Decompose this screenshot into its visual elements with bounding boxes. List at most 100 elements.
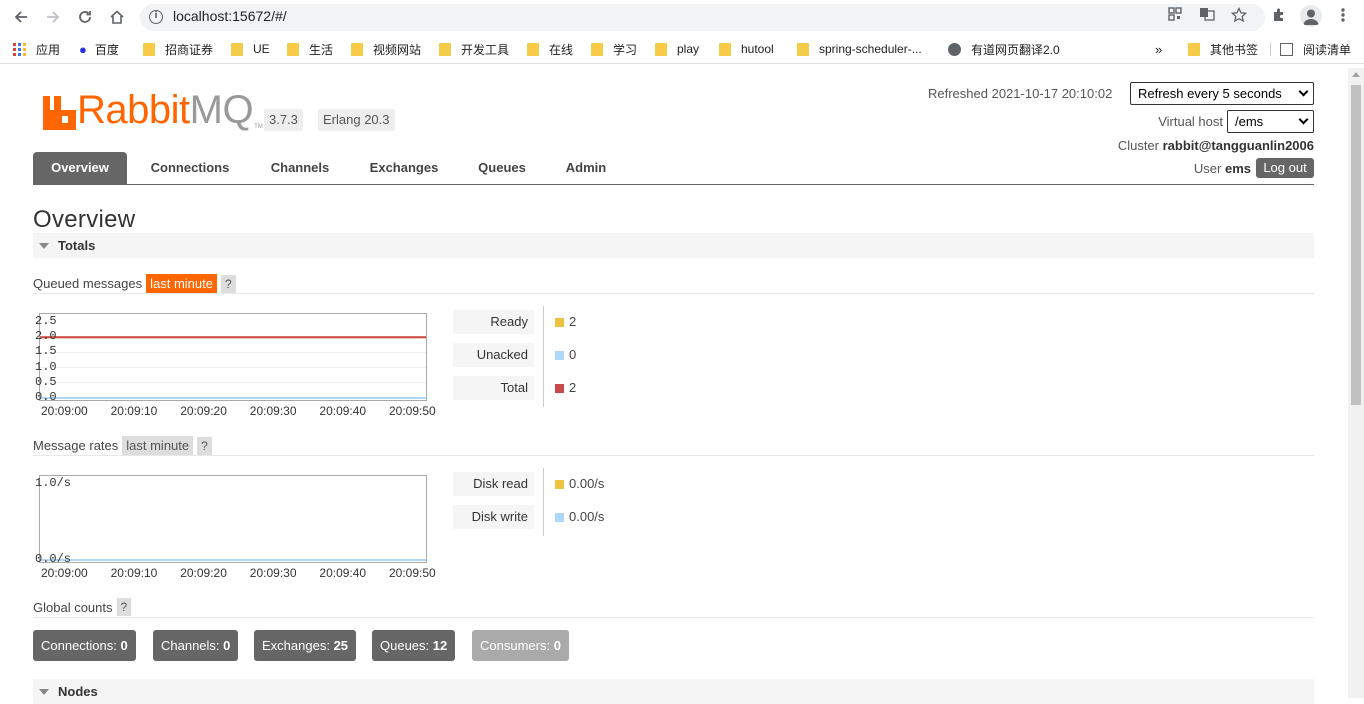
qr-code-icon[interactable] — [1166, 7, 1184, 25]
erlang-badge: Erlang 20.3 — [318, 109, 395, 131]
bookmark-label: UE — [253, 42, 270, 56]
count-label: Consumers: — [480, 638, 551, 653]
tab-overview[interactable]: Overview — [33, 152, 127, 184]
message-rates-chart — [39, 475, 427, 563]
legend-value: 0.00/s — [569, 509, 605, 524]
extensions-icon[interactable] — [1270, 7, 1288, 25]
tab-connections[interactable]: Connections — [140, 152, 240, 184]
help-button[interactable]: ? — [197, 436, 212, 455]
nodes-section-header[interactable]: Nodes — [33, 679, 1314, 704]
bookmark-folder[interactable]: 在线 — [527, 41, 573, 57]
menu-dots-icon[interactable] — [1334, 7, 1352, 25]
count-label: Exchanges: — [262, 638, 330, 653]
page-title: Overview — [33, 206, 136, 233]
count-value: 12 — [432, 638, 448, 653]
address-bar[interactable]: i localhost:15672/#/ — [140, 4, 1265, 31]
refreshed-timestamp: Refreshed 2021-10-17 20:10:02 — [928, 86, 1113, 101]
count-label: Channels: — [161, 638, 220, 653]
y-tick-label: 1.0/s — [35, 476, 72, 490]
totals-heading: Totals — [58, 238, 96, 253]
legend-ready-button[interactable]: Ready — [453, 310, 534, 334]
legend-swatch — [555, 480, 564, 489]
count-value: 0 — [223, 638, 231, 653]
queued-chart-svg — [40, 336, 426, 399]
legend-total-button[interactable]: Total — [453, 376, 534, 400]
apps-grid-icon — [13, 42, 26, 56]
legend-disk-read-button[interactable]: Disk read — [453, 472, 534, 496]
collapse-triangle-icon — [39, 689, 49, 695]
reload-icon[interactable] — [73, 5, 97, 29]
scroll-up-arrow-icon[interactable] — [1352, 72, 1360, 77]
bookmark-folder[interactable]: spring-scheduler-... — [797, 41, 922, 57]
folder-icon — [143, 42, 155, 56]
legend-unacked-button[interactable]: Unacked — [453, 343, 534, 367]
bookmark-folder[interactable]: 视频网站 — [351, 41, 421, 57]
bookmark-divider — [1270, 43, 1271, 56]
main-tabs: Overview Connections Channels Exchanges … — [33, 152, 1314, 185]
bookmark-folder[interactable]: 学习 — [591, 41, 637, 57]
connections-count-button[interactable]: Connections: 0 — [33, 630, 136, 661]
totals-section-header[interactable]: Totals — [33, 233, 1314, 258]
tab-admin[interactable]: Admin — [558, 152, 614, 184]
channels-count-button[interactable]: Channels: 0 — [153, 630, 239, 661]
bookmark-baidu[interactable]: ● 百度 — [79, 41, 119, 57]
bookmark-label: 应用 — [36, 42, 61, 57]
legend-disk-write-button[interactable]: Disk write — [453, 505, 534, 529]
global-label-text: Global counts — [33, 599, 113, 615]
baidu-paw-icon: ● — [79, 41, 87, 57]
help-button[interactable]: ? — [116, 598, 132, 616]
queued-messages-label: Queued messages last minute ? — [33, 274, 236, 293]
bookmark-folder[interactable]: UE — [231, 41, 270, 57]
folder-icon — [439, 42, 451, 56]
logo-rabbit: Rabbit — [77, 88, 190, 132]
translate-icon[interactable] — [1198, 7, 1216, 25]
profile-avatar-icon[interactable] — [1300, 5, 1322, 27]
vhost-select-value: /ems — [1235, 114, 1264, 129]
exchanges-count-button[interactable]: Exchanges: 25 — [254, 630, 357, 661]
bookmark-folder[interactable]: hutool — [719, 41, 774, 57]
legend-value: 2 — [569, 314, 577, 329]
folder-icon — [1188, 42, 1200, 56]
page-scrollbar[interactable] — [1348, 68, 1364, 698]
bookmark-youdao[interactable]: 有道网页翻译2.0 — [948, 41, 1060, 57]
y-tick-label: 0.5 — [35, 374, 57, 389]
scrollbar-thumb[interactable] — [1351, 85, 1361, 405]
x-tick-label: 20:09:00 — [41, 566, 88, 580]
queues-count-button[interactable]: Queues: 12 — [372, 630, 456, 661]
count-label: Queues: — [380, 638, 430, 653]
tab-channels[interactable]: Channels — [258, 152, 342, 184]
info-icon[interactable]: i — [149, 10, 163, 24]
rabbitmq-page: RabbitMQ TM 3.7.3 Erlang 20.3 Refreshed … — [0, 68, 1348, 704]
tab-queues[interactable]: Queues — [469, 152, 535, 184]
reading-list[interactable]: 阅读清单 — [1280, 41, 1351, 57]
bookmark-folder[interactable]: 生活 — [287, 41, 333, 57]
bookmark-star-icon[interactable] — [1230, 6, 1248, 25]
overflow-label: » — [1155, 41, 1163, 57]
cluster-info: Cluster rabbit@tangguanlin2006 — [1000, 138, 1314, 153]
bookmark-folder[interactable]: 招商证券 — [143, 41, 213, 57]
bookmark-folder[interactable]: play — [655, 41, 699, 57]
bookmark-overflow-icon[interactable]: » — [1155, 41, 1162, 57]
logo-mq: MQ — [189, 88, 254, 132]
x-tick-label: 20:09:00 — [41, 404, 88, 418]
folder-icon — [591, 42, 603, 56]
rates-range-toggle[interactable]: last minute — [122, 436, 194, 455]
back-icon[interactable] — [9, 5, 33, 29]
legend-value: 0 — [569, 347, 577, 362]
forward-icon[interactable] — [41, 5, 65, 29]
x-tick-label: 20:09:10 — [110, 566, 158, 580]
home-icon[interactable] — [105, 5, 129, 29]
vhost-select[interactable]: /ems — [1227, 110, 1314, 133]
legend-swatch — [555, 384, 564, 393]
y-tick-label: 2.0 — [35, 329, 57, 344]
bookmark-apps[interactable]: 应用 — [13, 41, 60, 57]
refresh-interval-select[interactable]: Refresh every 5 seconds — [1130, 82, 1314, 105]
tab-exchanges[interactable]: Exchanges — [358, 152, 450, 184]
queued-range-toggle[interactable]: last minute — [146, 274, 217, 293]
x-tick-label: 20:09:30 — [249, 404, 297, 418]
bookmark-folder[interactable]: 开发工具 — [439, 41, 509, 57]
consumers-count-button[interactable]: Consumers: 0 — [472, 630, 569, 661]
bookmark-folder-other[interactable]: 其他书签 — [1188, 41, 1258, 57]
help-button[interactable]: ? — [221, 274, 236, 293]
bookmark-label: 其他书签 — [1210, 42, 1259, 57]
